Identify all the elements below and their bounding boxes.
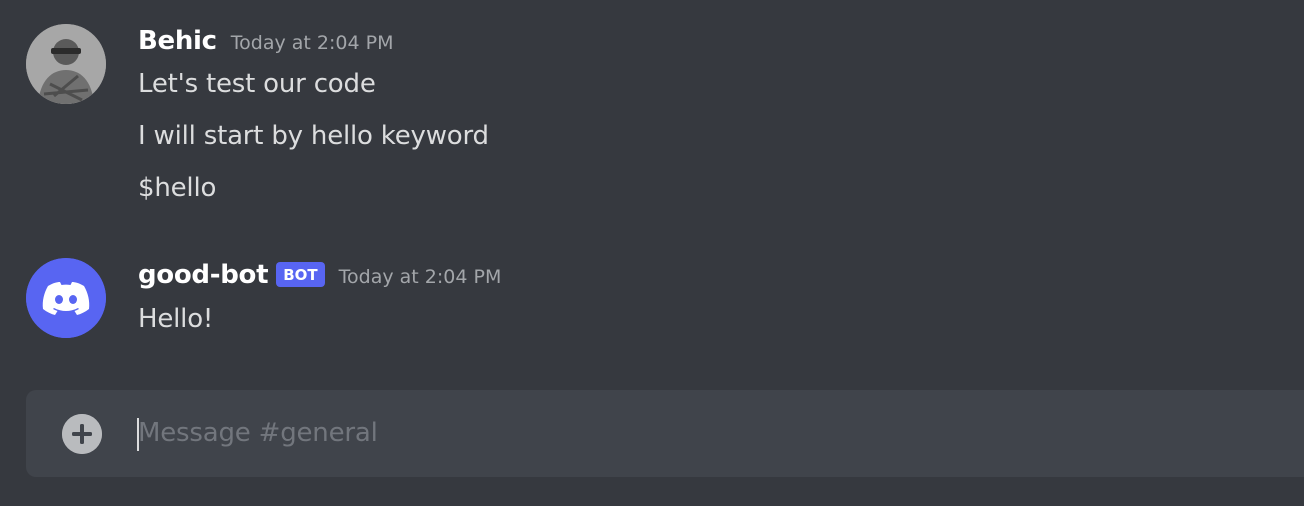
discord-logo-icon bbox=[26, 258, 106, 338]
message-input[interactable] bbox=[138, 410, 1238, 456]
message-header: good-bot BOT Today at 2:04 PM bbox=[138, 260, 501, 290]
message-text: Let's test our code bbox=[138, 69, 376, 99]
message-text: Hello! bbox=[138, 304, 214, 334]
user-avatar[interactable] bbox=[26, 24, 106, 104]
user-photo-icon bbox=[26, 24, 106, 104]
bot-badge: BOT bbox=[276, 262, 325, 287]
message-header: Behic Today at 2:04 PM bbox=[138, 26, 393, 56]
add-attachment-button[interactable] bbox=[62, 414, 102, 454]
username[interactable]: good-bot bbox=[138, 260, 269, 290]
message-text: $hello bbox=[138, 173, 217, 203]
timestamp[interactable]: Today at 2:04 PM bbox=[231, 32, 394, 54]
bot-avatar[interactable] bbox=[26, 258, 106, 338]
plus-circle-icon bbox=[62, 414, 102, 454]
message-text: I will start by hello keyword bbox=[138, 121, 489, 151]
chat-messages: Behic Today at 2:04 PM Let's test our co… bbox=[0, 0, 1304, 506]
message-composer bbox=[26, 390, 1304, 477]
username[interactable]: Behic bbox=[138, 26, 217, 56]
timestamp[interactable]: Today at 2:04 PM bbox=[339, 266, 502, 288]
